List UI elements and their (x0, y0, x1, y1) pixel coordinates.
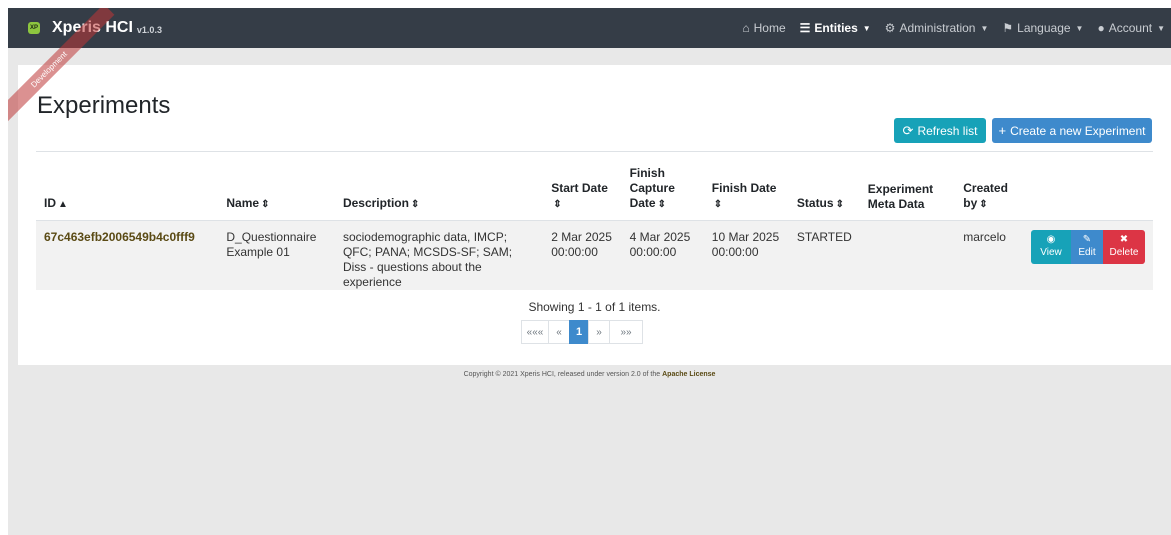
table-row: 67c463efb2006549b4c0fff9 D_Questionnaire… (36, 220, 1153, 290)
pagination-last[interactable]: »» (609, 320, 643, 344)
apache-license-link[interactable]: Apache License (662, 371, 715, 378)
sort-icon: ⇕ (713, 198, 723, 210)
cell-meta-data (859, 220, 956, 290)
chevron-down-icon: ▼ (862, 23, 871, 33)
column-header-finish-capture-date[interactable]: Finish Capture Date ⇕ (621, 152, 704, 221)
column-header-actions (1023, 152, 1153, 221)
create-experiment-button[interactable]: + Create a new Experiment (992, 118, 1152, 143)
column-header-start-date[interactable]: Start Date ⇕ (543, 152, 622, 221)
user-icon: ● (1097, 21, 1105, 35)
cell-status: STARTED (788, 220, 860, 290)
delete-label: Delete (1109, 246, 1139, 258)
eye-icon: ◉ (1046, 233, 1056, 245)
sort-icon: ⇕ (835, 198, 844, 210)
pagination-summary: Showing 1 - 1 of 1 items. (528, 300, 661, 314)
experiment-id-link[interactable]: 67c463efb2006549b4c0fff9 (44, 230, 195, 244)
list-icon: ☰ (799, 21, 811, 35)
nav-account-label: Account (1108, 21, 1153, 35)
cell-start-date: 2 Mar 2025 00:00:00 (543, 220, 622, 290)
nav-entities-label: Entities (814, 21, 858, 35)
chevron-down-icon: ▼ (1075, 23, 1084, 33)
column-header-description[interactable]: Description ⇕ (334, 152, 544, 221)
pagination-page-current[interactable]: 1 (569, 320, 589, 344)
chevron-down-icon: ▼ (1157, 23, 1165, 33)
pagination-prev[interactable]: « (548, 320, 570, 344)
cell-finish-date: 10 Mar 2025 00:00:00 (703, 220, 789, 290)
nav-entities[interactable]: ☰ Entities ▼ (800, 21, 871, 35)
nav-administration-label: Administration (899, 21, 976, 35)
column-header-status-label: Status (796, 195, 834, 210)
view-button[interactable]: ◉ View (1031, 229, 1071, 264)
sort-asc-icon: ▲ (58, 198, 68, 210)
experiments-card: Experiments ⟳ Refresh list + Create a ne… (18, 65, 1171, 365)
column-header-finish-capture-date-label: Finish Capture Date (629, 165, 675, 210)
close-icon: ✖ (1119, 233, 1129, 245)
column-header-name[interactable]: Name ⇕ (218, 152, 335, 221)
table-header-row: ID ▲ Name ⇕ Description ⇕ Start Date ⇕ Fini… (36, 152, 1153, 221)
column-header-finish-date[interactable]: Finish Date ⇕ (703, 152, 789, 221)
footer-text: Copyright © 2021 Xperis HCI, released un… (463, 371, 661, 378)
column-header-start-date-label: Start Date (551, 180, 608, 195)
column-header-meta-data: Experiment Meta Data (859, 152, 956, 221)
row-actions: ◉ View ✎ Edit ✖ Delete (1031, 229, 1145, 264)
sort-icon: ⇕ (657, 198, 666, 210)
column-header-meta-data-label: Experiment Meta Data (867, 181, 934, 211)
top-navbar: XP Xperis HCI v1.0.3 ⌂ Home ☰ Entities ▼… (8, 8, 1171, 48)
chevron-down-icon: ▼ (980, 23, 989, 33)
flag-icon: ⚑ (1002, 21, 1014, 35)
home-icon: ⌂ (742, 21, 750, 35)
users-cog-icon: ⚙ (884, 21, 896, 35)
sort-icon: ⇕ (410, 198, 420, 210)
nav-home[interactable]: ⌂ Home (742, 21, 785, 35)
sort-icon: ⇕ (553, 198, 562, 210)
pagination-first[interactable]: ««« (521, 320, 549, 344)
footer: Copyright © 2021 Xperis HCI, released un… (8, 371, 1171, 378)
column-header-created-by[interactable]: Created by ⇕ (955, 152, 1023, 221)
experiments-table: ID ▲ Name ⇕ Description ⇕ Start Date ⇕ Fini… (36, 152, 1153, 290)
cell-finish-capture-date: 4 Mar 2025 00:00:00 (621, 220, 704, 290)
sort-icon: ⇕ (979, 198, 988, 210)
column-header-finish-date-label: Finish Date (711, 180, 777, 195)
pencil-icon: ✎ (1082, 233, 1092, 245)
view-label: View (1040, 246, 1062, 258)
nav-language[interactable]: ⚑ Language ▼ (1002, 21, 1083, 35)
nav-account[interactable]: ● Account ▼ (1097, 21, 1165, 35)
nav-home-label: Home (753, 21, 786, 35)
cell-description: sociodemographic data, IMCP; QFC; PANA; … (334, 220, 544, 290)
column-header-name-label: Name (226, 195, 260, 210)
nav-language-label: Language (1017, 21, 1071, 35)
edit-button[interactable]: ✎ Edit (1071, 229, 1103, 264)
plus-icon: + (998, 123, 1007, 138)
page-title: Experiments (37, 92, 171, 119)
cell-id: 67c463efb2006549b4c0fff9 (36, 220, 219, 290)
refresh-list-button[interactable]: ⟳ Refresh list (894, 118, 986, 143)
sort-icon: ⇕ (261, 198, 270, 210)
brand-logo-icon: XP (28, 22, 40, 34)
brand-version: v1.0.3 (136, 25, 162, 35)
edit-label: Edit (1078, 246, 1096, 258)
create-experiment-label: Create a new Experiment (1010, 123, 1146, 138)
delete-button[interactable]: ✖ Delete (1103, 229, 1145, 264)
nav-administration[interactable]: ⚙ Administration ▼ (885, 21, 989, 35)
app-viewport: XP Xperis HCI v1.0.3 ⌂ Home ☰ Entities ▼… (8, 8, 1171, 535)
cell-actions: ◉ View ✎ Edit ✖ Delete (1023, 220, 1153, 290)
refresh-list-label: Refresh list (917, 123, 978, 138)
column-header-id-label: ID (44, 195, 56, 210)
pagination: ««« « 1 » »» (521, 320, 643, 344)
refresh-icon: ⟳ (902, 122, 914, 138)
cell-created-by: marcelo (955, 220, 1023, 290)
nav-menu: ⌂ Home ☰ Entities ▼ ⚙ Administration ▼ ⚑… (728, 8, 1165, 48)
pagination-next[interactable]: » (588, 320, 610, 344)
column-header-status[interactable]: Status ⇕ (788, 152, 860, 221)
column-header-description-label: Description (342, 195, 409, 210)
column-header-id[interactable]: ID ▲ (36, 152, 219, 221)
cell-name: D_Questionnaire Example 01 (218, 220, 335, 290)
